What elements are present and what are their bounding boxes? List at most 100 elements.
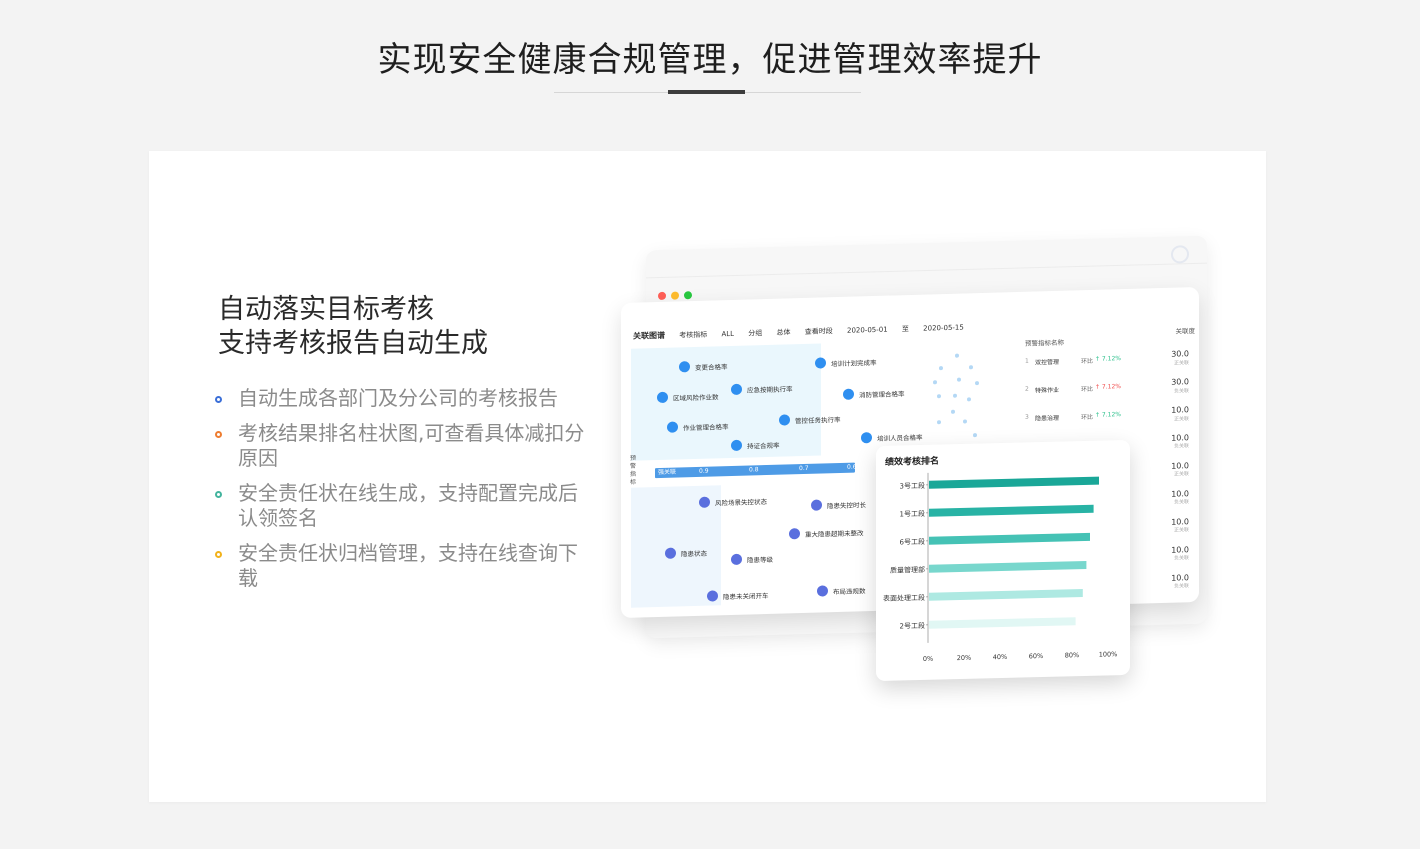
graph-node[interactable]: 持证合规率 bbox=[731, 439, 780, 451]
date-separator: 至 bbox=[901, 325, 909, 334]
graph-node[interactable]: 作业管理合格率 bbox=[667, 420, 729, 433]
tab-relation-graph[interactable]: 关联图谱 bbox=[633, 331, 665, 341]
window-minimize-dot-icon bbox=[671, 291, 679, 300]
date-from[interactable]: 2020-05-01 bbox=[847, 326, 888, 335]
page-title: 实现安全健康合规管理，促进管理效率提升 bbox=[377, 40, 1043, 80]
graph-node[interactable]: 培训计划完成率 bbox=[815, 356, 877, 369]
period-label: 查看时段 bbox=[804, 327, 833, 336]
axis-tick: 0.8 bbox=[749, 466, 759, 474]
scatter-dot bbox=[955, 353, 959, 358]
bullet-dot-icon bbox=[215, 396, 222, 403]
feature-item: 自动生成各部门及分公司的考核报告 bbox=[215, 386, 585, 411]
axis-tick: 0.6 bbox=[847, 463, 857, 471]
graph-node[interactable]: 消防管理合格率 bbox=[843, 387, 905, 400]
node-circle-icon bbox=[679, 361, 690, 373]
axis-label: 强关联 bbox=[658, 468, 677, 477]
correlation-axis: 强关联 0.9 0.8 0.7 0.6 bbox=[655, 462, 857, 479]
x-tick-label: 40% bbox=[993, 653, 1007, 661]
score-item: 10.0 负关联 bbox=[1171, 545, 1189, 562]
graph-node[interactable]: 应急按期执行率 bbox=[731, 382, 793, 395]
x-tick-label: 80% bbox=[1065, 651, 1079, 659]
category-label: 3号工段 bbox=[900, 481, 925, 491]
mockup-filter-bar: 关联图谱 考核指标 ALL 分组 总体 查看时段 2020-05-01 至 20… bbox=[633, 315, 1187, 341]
window-close-dot-icon bbox=[658, 291, 666, 301]
graph-node[interactable]: 培训人员合格率 bbox=[861, 431, 923, 444]
scatter-dot bbox=[933, 380, 937, 385]
graph-node[interactable]: 隐患失控时长 bbox=[811, 498, 866, 511]
score-item: 10.0 正关联 bbox=[1171, 517, 1189, 534]
scatter-dot bbox=[969, 365, 973, 370]
score-item: 10.0 正关联 bbox=[1171, 461, 1189, 478]
scatter-dot bbox=[939, 366, 943, 371]
node-circle-icon bbox=[657, 391, 668, 404]
scatter-dot bbox=[967, 397, 971, 402]
graph-node[interactable]: 区域风险作业数 bbox=[657, 390, 719, 404]
indicator-select[interactable]: ALL bbox=[721, 330, 734, 338]
node-circle-icon bbox=[817, 585, 828, 597]
title-divider-accent bbox=[668, 90, 745, 94]
feature-item: 安全责任状在线生成，支持配置完成后认领签名 bbox=[215, 481, 585, 531]
x-tick-label: 0% bbox=[923, 655, 933, 663]
bullet-dot-icon bbox=[215, 551, 222, 558]
feature-headline: 自动落实目标考核 支持考核报告自动生成 bbox=[218, 293, 488, 361]
date-to[interactable]: 2020-05-15 bbox=[923, 323, 964, 332]
warning-list-title: 预警指标名称 bbox=[1025, 338, 1064, 348]
list-item[interactable]: 2 特殊作业 环比 ↑ 7.12% 30.0 负关联 bbox=[1025, 377, 1195, 394]
feature-item-text: 安全责任状归档管理，支持在线查询下载 bbox=[238, 541, 578, 590]
node-circle-icon bbox=[699, 496, 710, 508]
ranking-chart-window: 绩效考核排名 3号工段 1号工段 6号工段 质量管理部 表面处理工段 2号工段 0% 20% 4… bbox=[876, 439, 1130, 682]
feature-item: 安全责任状归档管理，支持在线查询下载 bbox=[215, 541, 585, 591]
group-label: 分组 bbox=[748, 329, 763, 338]
category-label: 6号工段 bbox=[900, 537, 925, 547]
category-label: 2号工段 bbox=[900, 621, 925, 631]
scatter-dot bbox=[953, 393, 957, 398]
bullet-dot-icon bbox=[215, 431, 222, 438]
category-label: 表面处理工段 bbox=[883, 593, 925, 603]
score-item: 10.0 负关联 bbox=[1171, 433, 1189, 450]
ranking-bar-chart: 3号工段 1号工段 6号工段质量管理部表面处理工段 2号工段 0% 20% 40% 60% 80… bbox=[883, 472, 1118, 663]
graph-node[interactable]: 管控任务执行率 bbox=[779, 413, 841, 426]
list-item[interactable]: 3 隐患治理 环比 ↑ 7.12% 10.0 正关联 bbox=[1025, 405, 1195, 422]
bar bbox=[929, 560, 1087, 573]
node-circle-icon bbox=[667, 421, 678, 433]
category-label: 1号工段 bbox=[900, 509, 925, 519]
score-item: 10.0 负关联 bbox=[1171, 573, 1189, 590]
bar bbox=[929, 504, 1094, 517]
warning-list-score-title: 关联度 bbox=[1175, 327, 1196, 336]
graph-node[interactable]: 隐患未关闭开车 bbox=[707, 589, 769, 602]
scatter-dot bbox=[937, 394, 941, 399]
node-circle-icon bbox=[665, 547, 676, 559]
graph-node[interactable]: 变更合格率 bbox=[679, 360, 728, 373]
node-circle-icon bbox=[779, 414, 790, 426]
bar bbox=[929, 532, 1090, 545]
graph-node[interactable]: 风险场景失控状态 bbox=[699, 495, 767, 508]
scatter-dot bbox=[963, 419, 967, 424]
graph-node[interactable]: 隐患状态 bbox=[665, 547, 707, 559]
scatter-dot bbox=[975, 381, 979, 386]
bar bbox=[929, 476, 1099, 489]
node-circle-icon bbox=[815, 357, 826, 369]
axis-tick: 0.9 bbox=[699, 467, 709, 475]
list-item[interactable]: 1 双控管理 环比 ↑ 7.12% 30.0 正关联 bbox=[1025, 349, 1195, 366]
window-maximize-dot-icon bbox=[684, 291, 692, 300]
score-item: 10.0 负关联 bbox=[1171, 489, 1189, 506]
feature-card: 自动落实目标考核 支持考核报告自动生成 自动生成各部门及分公司的考核报告 考核结… bbox=[149, 151, 1266, 802]
indicator-label: 考核指标 bbox=[679, 330, 708, 340]
node-circle-icon bbox=[811, 499, 822, 511]
bar bbox=[929, 617, 1076, 629]
node-circle-icon bbox=[731, 439, 742, 451]
scatter-dot bbox=[957, 377, 961, 382]
x-tick-label: 20% bbox=[957, 654, 971, 662]
graph-node[interactable]: 隐患等级 bbox=[731, 553, 773, 565]
feature-item: 考核结果排名柱状图,可查看具体减扣分原因 bbox=[215, 421, 585, 471]
graph-node[interactable]: 布局违规数 bbox=[817, 584, 866, 597]
headline-line-2: 支持考核报告自动生成 bbox=[218, 328, 488, 359]
group-select[interactable]: 总体 bbox=[777, 328, 791, 336]
feature-item-text: 考核结果排名柱状图,可查看具体减扣分原因 bbox=[238, 421, 585, 470]
x-tick-label: 100% bbox=[1099, 650, 1118, 658]
target-icon bbox=[1171, 245, 1189, 264]
scatter-dot bbox=[937, 420, 941, 425]
bar bbox=[929, 589, 1083, 601]
window-titlebar bbox=[646, 235, 1207, 279]
graph-node[interactable]: 重大隐患超期未整改 bbox=[789, 526, 864, 540]
